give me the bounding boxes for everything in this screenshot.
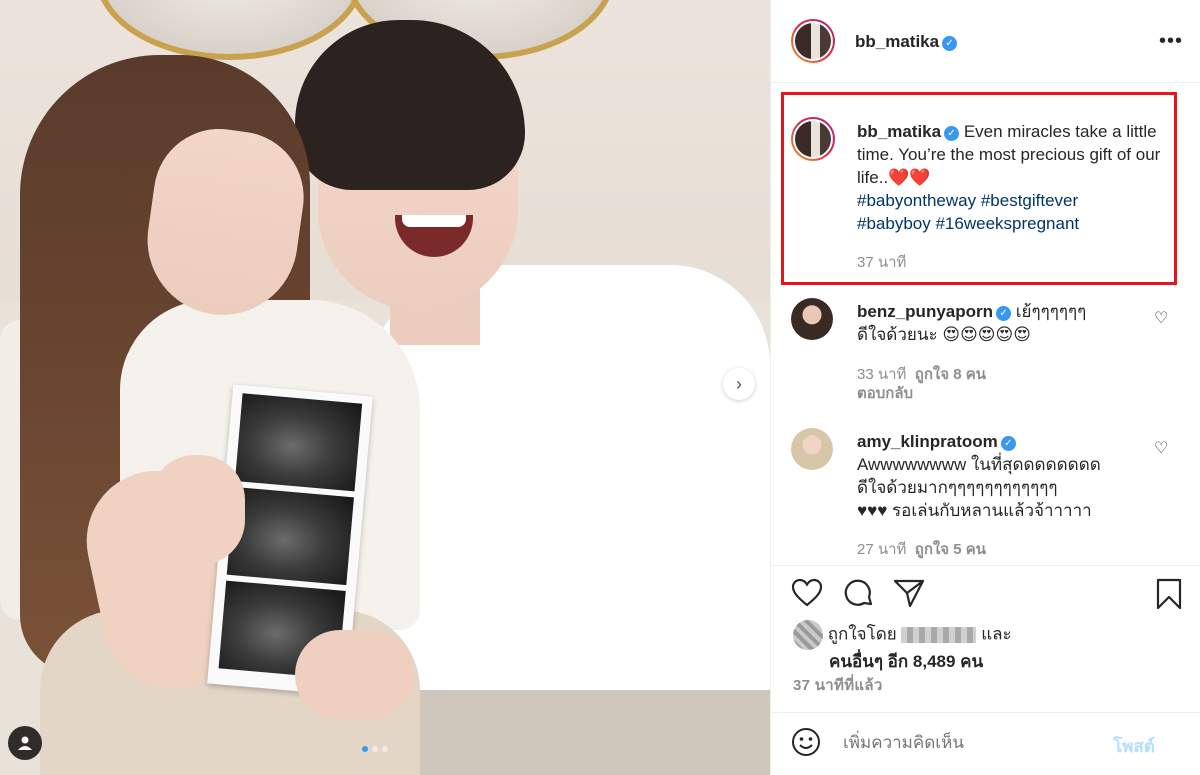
- post-comment-button[interactable]: โพสต์: [1113, 733, 1155, 760]
- emoji-icon[interactable]: [791, 727, 821, 762]
- comment-text: เย้ๆๆๆๆๆๆ: [1015, 302, 1087, 321]
- post-timestamp[interactable]: 37 นาทีที่แล้ว: [793, 673, 883, 697]
- commenter-username[interactable]: amy_klinpratoom: [857, 432, 998, 451]
- like-heart-icon[interactable]: [791, 578, 823, 613]
- comment-text: Awwwwwwww ในที่สุดดดดดดดด: [857, 455, 1101, 474]
- verified-icon: ✓: [942, 36, 958, 51]
- woman-hand: [150, 455, 245, 565]
- comment-input-bar: โพสต์: [771, 712, 1200, 775]
- likes-others-count[interactable]: คนอื่นๆ อีก 8,489 คน: [829, 652, 983, 671]
- caption-author-avatar[interactable]: [791, 117, 835, 161]
- caption-author-username[interactable]: bb_matika: [857, 122, 941, 141]
- carousel-dot-active: [362, 746, 368, 752]
- author-username[interactable]: bb_matika: [855, 32, 939, 51]
- caption-time[interactable]: 37 นาที: [857, 250, 906, 274]
- hashtag[interactable]: #16weekspregnant: [935, 214, 1079, 233]
- post-side-panel: bb_matika ✓ ••• bb_matika ✓ Even miracles …: [770, 0, 1200, 775]
- comment-time[interactable]: 27 นาที: [857, 541, 906, 558]
- save-bookmark-icon[interactable]: [1155, 578, 1183, 615]
- share-icon[interactable]: [893, 578, 925, 613]
- user-tag-icon[interactable]: [8, 726, 42, 760]
- carousel-dots: [362, 746, 388, 752]
- man-hand: [295, 630, 415, 720]
- comment-text-prefix: ♥♥♥: [857, 501, 888, 520]
- comment-meta: 27 นาที ถูกใจ 5 คน: [857, 537, 986, 561]
- comment-like-heart-icon[interactable]: ♡: [1154, 308, 1168, 328]
- comment-icon[interactable]: [843, 578, 875, 615]
- comment: amy_klinpratoom ✓ Awwwwwwww ในที่สุดดดดดด…: [857, 430, 1157, 522]
- liker-name-blurred[interactable]: [901, 627, 977, 643]
- liker-avatar-blurred[interactable]: [793, 620, 823, 650]
- liked-by-label: ถูกใจโดย: [827, 624, 897, 644]
- ultrasound-frame: [226, 486, 354, 586]
- likes-summary: ถูกใจโดย และ คนอื่นๆ อีก 8,489 คน: [793, 620, 1012, 674]
- hashtag[interactable]: #babyontheway: [857, 191, 976, 210]
- man-pants: [420, 690, 770, 775]
- verified-icon: ✓: [944, 126, 960, 141]
- commenter-avatar[interactable]: [791, 298, 833, 340]
- verified-icon: ✓: [1000, 436, 1016, 451]
- carousel-dot: [382, 746, 388, 752]
- verified-icon: ✓: [996, 306, 1012, 321]
- comment-input[interactable]: [843, 730, 1103, 756]
- reply-button[interactable]: ตอบกลับ: [857, 381, 913, 405]
- more-options-icon[interactable]: •••: [1159, 30, 1183, 53]
- comment-emoji: 😍😍😍😍😍: [942, 325, 1031, 344]
- hashtag[interactable]: #babyboy: [857, 214, 931, 233]
- comment-like-heart-icon[interactable]: ♡: [1154, 438, 1168, 458]
- comment-text: ดีใจด้วยมากๆๆๆๆๆๆๆๆๆๆๆๆ: [857, 478, 1058, 497]
- caption: bb_matika ✓ Even miracles take a little t…: [857, 120, 1182, 235]
- comment-text: ดีใจด้วยนะ: [857, 325, 938, 344]
- comment-likes[interactable]: ถูกใจ 8 คน: [915, 366, 986, 383]
- man-teeth: [402, 215, 466, 227]
- comment-likes[interactable]: ถูกใจ 5 คน: [915, 541, 986, 558]
- next-arrow-icon[interactable]: ›: [723, 368, 755, 400]
- hashtag[interactable]: #bestgiftever: [981, 191, 1078, 210]
- likes-and-label: และ: [981, 624, 1012, 644]
- commenter-avatar[interactable]: [791, 428, 833, 470]
- carousel-dot: [372, 746, 378, 752]
- ultrasound-frame: [234, 393, 363, 492]
- comment: benz_punyaporn ✓ เย้ๆๆๆๆๆๆ ดีใจด้วยนะ 😍😍😍…: [857, 300, 1157, 346]
- author-avatar[interactable]: [791, 19, 835, 63]
- author-name-row: bb_matika ✓: [855, 32, 958, 52]
- caption-emoji: ❤️❤️: [888, 168, 931, 187]
- post-photo[interactable]: ›: [0, 0, 770, 775]
- comment-text: รอเล่นกับหลานแล้วจ้าาาาา: [892, 501, 1092, 520]
- post-header: bb_matika ✓ •••: [771, 0, 1200, 83]
- commenter-username[interactable]: benz_punyaporn: [857, 302, 993, 321]
